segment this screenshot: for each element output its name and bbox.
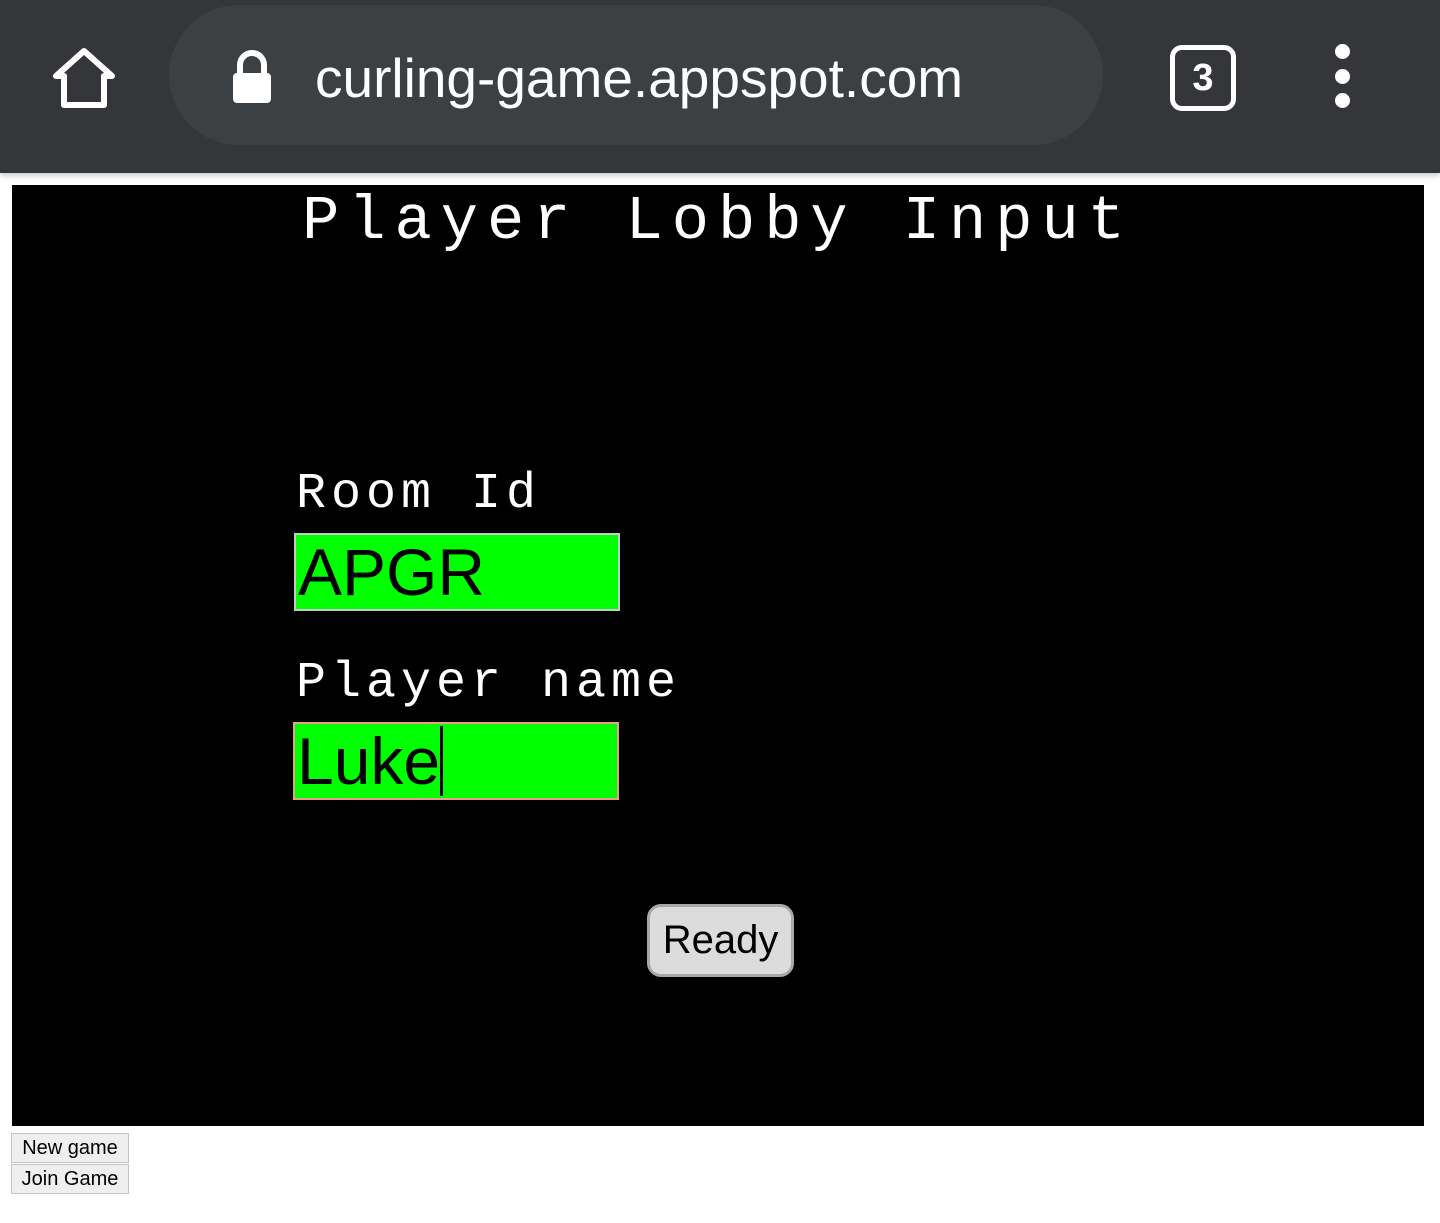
player-name-value: Luke	[297, 724, 441, 798]
game-canvas: Player Lobby Input Room Id APGR Player n…	[12, 185, 1424, 1126]
more-menu-button[interactable]	[1318, 40, 1366, 112]
tab-count: 3	[1192, 56, 1214, 99]
room-id-value: APGR	[298, 535, 486, 609]
browser-toolbar: curling-game.appspot.com 3	[0, 0, 1440, 173]
lock-icon	[233, 50, 271, 103]
room-id-label: Room Id	[296, 466, 542, 523]
page-title: Player Lobby Input	[302, 186, 1134, 257]
home-button[interactable]	[42, 36, 126, 120]
tab-switcher-icon: 3	[1170, 45, 1236, 111]
text-caret	[440, 726, 444, 796]
new-game-button[interactable]: New game	[11, 1133, 129, 1163]
tab-switcher-button[interactable]: 3	[1167, 42, 1236, 111]
more-menu-icon-dot	[1334, 93, 1350, 108]
more-menu-icon-dot	[1334, 68, 1350, 84]
player-name-label: Player name	[296, 655, 682, 712]
address-bar[interactable]: curling-game.appspot.com	[169, 5, 1103, 145]
home-icon	[53, 48, 115, 108]
player-name-input[interactable]: Luke	[293, 722, 619, 800]
ready-button[interactable]: Ready	[647, 904, 794, 977]
url-text[interactable]: curling-game.appspot.com	[315, 43, 963, 113]
more-menu-icon	[1334, 44, 1350, 59]
room-id-input[interactable]: APGR	[294, 533, 620, 611]
join-game-button[interactable]: Join Game	[11, 1164, 129, 1194]
